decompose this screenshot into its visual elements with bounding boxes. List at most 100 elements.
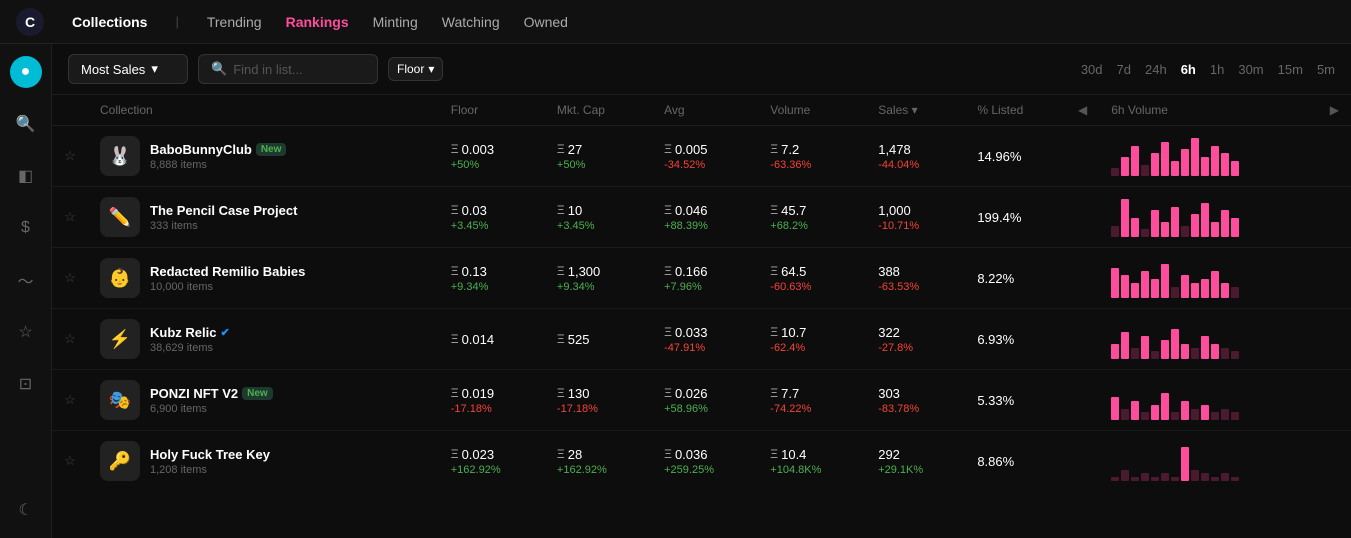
- bar-11: [1221, 153, 1229, 176]
- collection-name: Kubz Relic ✔: [150, 325, 230, 340]
- bar-2: [1131, 401, 1139, 420]
- star-icon[interactable]: ☆: [10, 316, 42, 348]
- col-pct-listed: 5.33%: [965, 370, 1066, 431]
- time-1h[interactable]: 1h: [1210, 62, 1224, 77]
- bar-10: [1211, 222, 1219, 237]
- dollar-icon[interactable]: $: [10, 212, 42, 244]
- bar-6: [1171, 329, 1179, 359]
- bar-12: [1231, 161, 1239, 176]
- col-collection: ✏️ The Pencil Case Project 333 items: [88, 187, 439, 248]
- bar-9: [1201, 203, 1209, 237]
- floor-dropdown[interactable]: Floor ▾: [388, 57, 443, 81]
- fav-star[interactable]: ☆: [52, 431, 88, 486]
- fav-star[interactable]: ☆: [52, 370, 88, 431]
- bar-7: [1181, 401, 1189, 420]
- bag-icon[interactable]: ⊡: [10, 368, 42, 400]
- table-row: ☆ ✏️ The Pencil Case Project 333 items Ξ…: [52, 187, 1351, 248]
- bar-4: [1151, 351, 1159, 359]
- floor-value: Ξ0.023: [451, 447, 533, 462]
- bar-6: [1171, 161, 1179, 176]
- moon-icon[interactable]: ☾: [10, 494, 42, 526]
- nav-collections[interactable]: Collections: [72, 10, 147, 34]
- nav-trending[interactable]: Trending: [207, 10, 262, 34]
- avatar-icon[interactable]: ●: [10, 56, 42, 88]
- activity-icon[interactable]: 〜: [10, 264, 42, 296]
- col-collection: 🔑 Holy Fuck Tree Key 1,208 items: [88, 431, 439, 486]
- bar-7: [1181, 344, 1189, 359]
- bar-8: [1191, 348, 1199, 359]
- col-floor: Ξ0.019 -17.18%: [439, 370, 545, 431]
- fav-star[interactable]: ☆: [52, 126, 88, 187]
- sales-value: 1,478: [878, 142, 953, 157]
- bar-9: [1201, 336, 1209, 359]
- bar-7: [1181, 447, 1189, 481]
- nav-rankings[interactable]: Rankings: [286, 10, 349, 34]
- time-30m[interactable]: 30m: [1238, 62, 1263, 77]
- th-6h-volume: 6h Volume: [1099, 95, 1318, 126]
- layers-icon[interactable]: ◧: [10, 160, 42, 192]
- bar-5: [1161, 340, 1169, 359]
- bar-11: [1221, 210, 1229, 237]
- collection-items: 38,629 items: [150, 342, 230, 354]
- bar-2: [1131, 283, 1139, 298]
- bar-6: [1171, 412, 1179, 420]
- time-15m[interactable]: 15m: [1278, 62, 1303, 77]
- nav-owned[interactable]: Owned: [524, 10, 568, 34]
- bar-5: [1161, 264, 1169, 298]
- nav-watching[interactable]: Watching: [442, 10, 500, 34]
- col-floor: Ξ0.014: [439, 309, 545, 370]
- bar-10: [1211, 344, 1219, 359]
- pct-listed-value: 14.96%: [977, 149, 1021, 164]
- volume-value: Ξ7.2: [770, 142, 854, 157]
- col-pct-listed: 14.96%: [965, 126, 1066, 187]
- bar-1: [1121, 470, 1129, 481]
- col-mktcap: Ξ10 +3.45%: [545, 187, 652, 248]
- sort-dropdown[interactable]: Most Sales ▾: [68, 54, 188, 84]
- fav-star[interactable]: ☆: [52, 248, 88, 309]
- th-nav-left[interactable]: ◀: [1066, 95, 1099, 126]
- bar-0: [1111, 397, 1119, 420]
- collection-name: Redacted Remilio Babies: [150, 264, 305, 279]
- floor-change: +50%: [451, 159, 533, 171]
- bar-6: [1171, 207, 1179, 237]
- table-row: ☆ ⚡ Kubz Relic ✔ 38,629 items Ξ0.014 Ξ52…: [52, 309, 1351, 370]
- col-sales: 1,478 -44.04%: [866, 126, 965, 187]
- time-5m[interactable]: 5m: [1317, 62, 1335, 77]
- bar-8: [1191, 470, 1199, 481]
- bar-8: [1191, 409, 1199, 420]
- search-box[interactable]: 🔍 Find in list...: [198, 54, 378, 84]
- col-volume: Ξ7.7 -74.22%: [758, 370, 866, 431]
- table-row: ☆ 🔑 Holy Fuck Tree Key 1,208 items Ξ0.02…: [52, 431, 1351, 486]
- bar-8: [1191, 214, 1199, 237]
- verified-icon: ✔: [220, 326, 229, 339]
- time-filters: 30d 7d 24h 6h 1h 30m 15m 5m: [1081, 62, 1335, 77]
- col-collection: 🎭 PONZI NFT V2 New 6,900 items: [88, 370, 439, 431]
- fav-star[interactable]: ☆: [52, 309, 88, 370]
- pct-listed-value: 199.4%: [977, 210, 1021, 225]
- bar-10: [1211, 271, 1219, 298]
- collection-name: The Pencil Case Project: [150, 203, 297, 218]
- bar-4: [1151, 279, 1159, 298]
- nav-minting[interactable]: Minting: [373, 10, 418, 34]
- bar-11: [1221, 473, 1229, 481]
- bar-3: [1141, 165, 1149, 176]
- avg-value: Ξ0.166: [664, 264, 746, 279]
- volume-change: -63.36%: [770, 159, 854, 171]
- search-icon[interactable]: 🔍: [10, 108, 42, 140]
- col-avg: Ξ0.166 +7.96%: [652, 248, 758, 309]
- th-nav-right[interactable]: ▶: [1318, 95, 1351, 126]
- fav-star[interactable]: ☆: [52, 187, 88, 248]
- avg-change: -34.52%: [664, 159, 746, 171]
- time-6h[interactable]: 6h: [1181, 62, 1196, 77]
- volume-value: Ξ45.7: [770, 203, 854, 218]
- bar-12: [1231, 218, 1239, 237]
- time-24h[interactable]: 24h: [1145, 62, 1167, 77]
- volume-change: -74.22%: [770, 403, 854, 415]
- sales-change: -10.71%: [878, 220, 953, 232]
- collection-image: ⚡: [100, 319, 140, 359]
- mktcap-value: Ξ130: [557, 386, 640, 401]
- bar-6: [1171, 477, 1179, 481]
- time-30d[interactable]: 30d: [1081, 62, 1103, 77]
- time-7d[interactable]: 7d: [1117, 62, 1131, 77]
- bar-3: [1141, 271, 1149, 298]
